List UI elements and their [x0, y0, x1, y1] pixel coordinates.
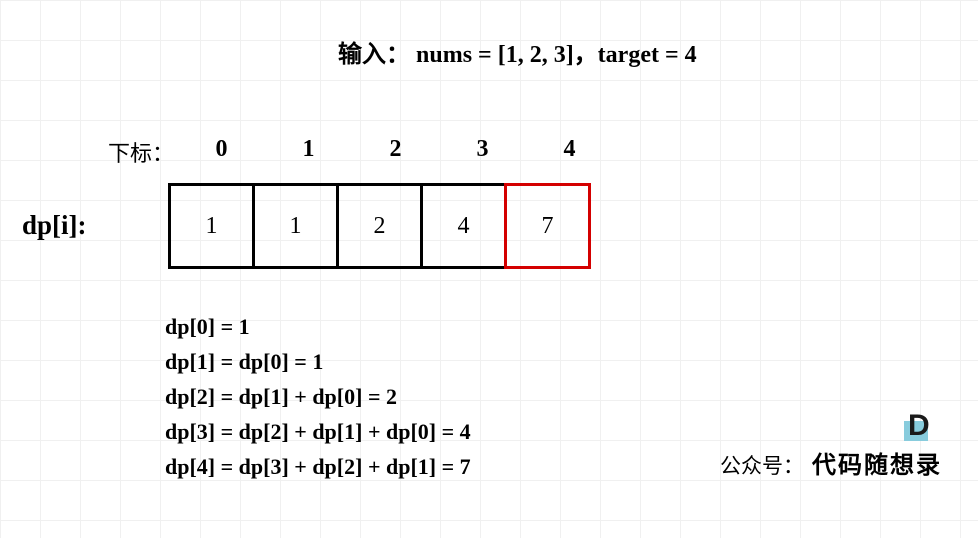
index-row: 0 1 2 3 4 [178, 136, 613, 163]
dp-cell-highlight: 7 [504, 183, 591, 269]
equations-block: dp[0] = 1 dp[1] = dp[0] = 1 dp[2] = dp[1… [165, 310, 471, 485]
dp-array-cells: 1 1 2 4 7 [168, 183, 591, 269]
equation-line: dp[3] = dp[2] + dp[1] + dp[0] = 4 [165, 415, 471, 448]
dp-cell: 1 [168, 183, 255, 269]
index-value: 1 [265, 136, 352, 163]
dp-array-label: dp[i]: [22, 210, 87, 241]
equation-line: dp[2] = dp[1] + dp[0] = 2 [165, 380, 471, 413]
equation-line: dp[1] = dp[0] = 1 [165, 345, 471, 378]
dp-cell: 1 [252, 183, 339, 269]
credit-block: 公众号： D 代码随想录 [720, 411, 942, 480]
dp-cell: 4 [420, 183, 507, 269]
input-expression: nums = [1, 2, 3]，target = 4 [416, 42, 697, 68]
index-value: 4 [526, 136, 613, 163]
index-value: 3 [439, 136, 526, 163]
input-label: 输入： [338, 42, 410, 68]
brand-d-icon: D [904, 411, 934, 441]
input-title: 输入： nums = [1, 2, 3]，target = 4 [338, 34, 697, 69]
equation-line: dp[0] = 1 [165, 310, 471, 343]
index-value: 0 [178, 136, 265, 163]
index-value: 2 [352, 136, 439, 163]
credit-label: 公众号： [720, 450, 804, 480]
equation-line: dp[4] = dp[3] + dp[2] + dp[1] = 7 [165, 450, 471, 483]
credit-name: 代码随想录 [812, 445, 942, 480]
dp-cell: 2 [336, 183, 423, 269]
index-label: 下标： [108, 136, 174, 168]
credit-brand: D 代码随想录 [812, 411, 942, 480]
